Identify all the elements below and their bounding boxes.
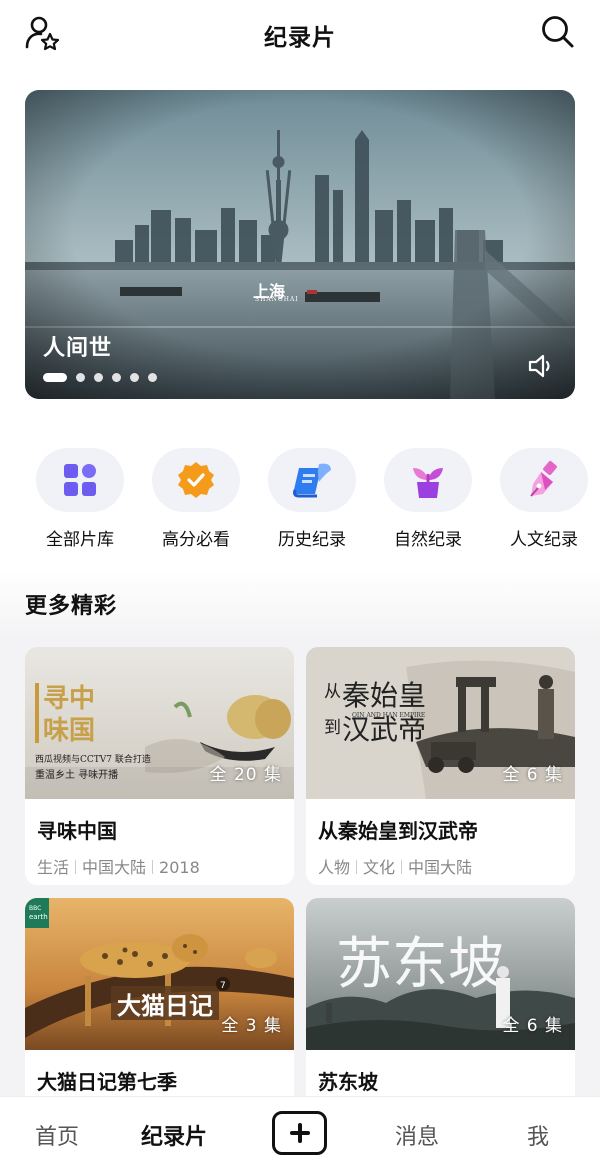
bottom-nav: 首页 纪录片 消息 我: [0, 1096, 600, 1173]
meta-tag: 中国大陆: [408, 858, 473, 877]
category-label: 历史纪录: [278, 530, 346, 550]
video-card[interactable]: 苏东坡 全 6 集 苏东坡: [306, 898, 575, 1108]
svg-text:到: 到: [324, 718, 341, 738]
volume-icon[interactable]: [527, 353, 557, 379]
episode-count: 全 3 集: [221, 1016, 282, 1036]
video-card[interactable]: 寻中 味国 西瓜视频与CCTV7 联合打造 重温乡土 寻味开播 全 20 集 寻…: [25, 647, 294, 885]
video-thumbnail: 寻中 味国 西瓜视频与CCTV7 联合打造 重温乡土 寻味开播 全 20 集: [25, 647, 294, 799]
category-label: 高分必看: [162, 530, 230, 550]
video-card[interactable]: 从 秦始皇 到 汉武帝 QIN AND HAN EMPIRE 全 6 集 从秦始…: [306, 647, 575, 885]
video-meta: 生活 中国大陆 2018: [25, 844, 294, 878]
section-title: 更多精彩: [25, 594, 118, 619]
category-top-rated[interactable]: 高分必看: [141, 448, 251, 550]
nav-me[interactable]: 我: [527, 1119, 549, 1151]
video-title: 大猫日记第七季: [37, 1070, 177, 1094]
nav-home[interactable]: 首页: [35, 1119, 79, 1151]
svg-text:7: 7: [220, 981, 226, 991]
carousel-dot[interactable]: [76, 373, 85, 382]
meta-tag: 人物: [318, 858, 351, 877]
category-label: 自然纪录: [394, 530, 462, 550]
thumb-title-1: 寻中: [43, 684, 95, 714]
video-thumbnail: 苏东坡 全 6 集: [306, 898, 575, 1050]
video-card[interactable]: BBC earth 大猫日记 7 全 3 集 大猫日记第七季: [25, 898, 294, 1108]
video-thumbnail: 从 秦始皇 到 汉武帝 QIN AND HAN EMPIRE 全 6 集: [306, 647, 575, 799]
svg-text:从: 从: [324, 682, 341, 702]
episode-count: 全 6 集: [502, 1016, 563, 1036]
page-title: 纪录片: [264, 25, 336, 51]
svg-text:味国: 味国: [43, 716, 95, 746]
svg-text:苏东坡: 苏东坡: [336, 932, 504, 997]
video-thumbnail: BBC earth 大猫日记 7 全 3 集: [25, 898, 294, 1050]
plus-icon: [289, 1123, 310, 1143]
category-label: 人文纪录: [510, 530, 578, 550]
svg-text:西瓜视频与CCTV7 联合打造: 西瓜视频与CCTV7 联合打造: [35, 753, 151, 765]
svg-text:QIN AND HAN EMPIRE: QIN AND HAN EMPIRE: [352, 712, 425, 719]
user-star-icon[interactable]: [24, 14, 62, 52]
video-title: 从秦始皇到汉武帝: [318, 819, 478, 843]
meta-tag: 生活: [37, 858, 70, 877]
video-meta: 人物 文化 中国大陆: [306, 844, 575, 878]
scroll-feather-icon: [293, 463, 331, 498]
plant-icon: [413, 468, 443, 498]
carousel-dot[interactable]: [130, 373, 139, 382]
nav-messages[interactable]: 消息: [395, 1119, 439, 1151]
search-icon[interactable]: [540, 14, 576, 50]
meta-year: 2018: [159, 858, 200, 877]
carousel-indicator: [43, 373, 157, 382]
grid-icon: [64, 464, 96, 496]
meta-tag: 文化: [363, 858, 396, 877]
episode-count: 全 6 集: [502, 765, 563, 785]
meta-tag: 中国大陆: [82, 858, 147, 877]
hero-city-sub: SHANGHAI: [255, 296, 299, 303]
svg-text:earth: earth: [29, 913, 48, 921]
carousel-dot[interactable]: [94, 373, 103, 382]
carousel-dot[interactable]: [112, 373, 121, 382]
video-title: 寻味中国: [37, 819, 117, 843]
svg-text:BBC: BBC: [29, 905, 41, 912]
carousel-dot[interactable]: [43, 373, 67, 382]
top-bar: 纪录片: [0, 0, 600, 70]
category-all[interactable]: 全部片库: [25, 448, 135, 550]
hero-banner[interactable]: 上海 SHANGHAI 人间世: [25, 90, 575, 399]
svg-text:秦始皇: 秦始皇: [342, 679, 426, 712]
category-humanities[interactable]: 人文纪录: [489, 448, 599, 550]
carousel-dot[interactable]: [148, 373, 157, 382]
badge-check-icon: [178, 462, 214, 498]
episode-count: 全 20 集: [209, 765, 282, 785]
svg-text:大猫日记: 大猫日记: [117, 992, 213, 1020]
create-button[interactable]: [272, 1111, 327, 1155]
category-nature[interactable]: 自然纪录: [373, 448, 483, 550]
category-row: 全部片库 高分必看 历史纪录 自然纪录 人文纪录: [0, 448, 600, 558]
video-title: 苏东坡: [318, 1070, 378, 1094]
category-label: 全部片库: [46, 530, 114, 550]
nav-documentary[interactable]: 纪录片: [141, 1119, 207, 1151]
hero-title: 人间世: [43, 336, 113, 361]
category-history[interactable]: 历史纪录: [257, 448, 367, 550]
pen-icon: [530, 461, 557, 497]
